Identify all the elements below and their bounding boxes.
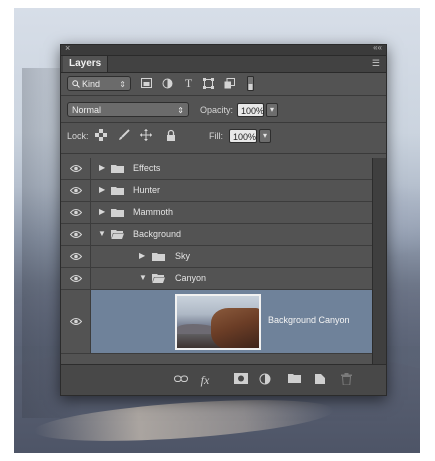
expand-arrow-icon[interactable]: ▶ bbox=[99, 185, 105, 194]
eye-icon bbox=[70, 318, 82, 325]
add-mask-icon[interactable] bbox=[234, 373, 248, 387]
layers-scrollbar[interactable] bbox=[372, 158, 386, 365]
visibility-toggle[interactable] bbox=[61, 180, 91, 201]
lock-label: Lock: bbox=[67, 131, 89, 141]
folder-icon bbox=[111, 187, 124, 195]
lock-transparent-pixels-icon[interactable] bbox=[95, 129, 107, 141]
eye-icon bbox=[70, 253, 82, 260]
filter-toggle-icon[interactable] bbox=[247, 76, 254, 91]
layer-name: Canyon bbox=[175, 273, 207, 283]
select-arrows-icon: ⇕ bbox=[177, 106, 184, 115]
expand-arrow-icon[interactable]: ▶ bbox=[99, 207, 105, 216]
layer-name: Effects bbox=[133, 163, 161, 173]
kind-filter-select[interactable]: Kind ⇕ bbox=[67, 76, 131, 91]
kind-filter-label: Kind bbox=[82, 79, 101, 89]
layers-bottom-toolbar: fx bbox=[61, 364, 386, 395]
visibility-toggle[interactable] bbox=[61, 158, 91, 179]
type-filter-icon[interactable]: T bbox=[183, 77, 194, 89]
opacity-field[interactable]: 100% bbox=[237, 103, 264, 117]
layers-panel: × «« Layers ☰ Kind ⇕ T Normal ⇕ Opacity:… bbox=[60, 43, 387, 396]
delete-layer-icon[interactable] bbox=[339, 373, 353, 387]
expand-arrow-icon[interactable]: ▶ bbox=[139, 251, 145, 260]
panel-menu-icon[interactable]: ☰ bbox=[372, 58, 380, 69]
folder-icon bbox=[152, 253, 165, 261]
eye-icon bbox=[70, 165, 82, 172]
layer-row-canyon[interactable]: ▼ Canyon bbox=[61, 268, 373, 290]
image-filter-icon[interactable] bbox=[141, 78, 152, 89]
fill-field[interactable]: 100% bbox=[229, 129, 257, 143]
layer-name: Hunter bbox=[133, 185, 161, 195]
layer-row-effects[interactable]: ▶ Effects bbox=[61, 158, 373, 180]
eye-icon bbox=[70, 187, 82, 194]
visibility-toggle[interactable] bbox=[61, 246, 91, 267]
folder-icon bbox=[111, 165, 124, 173]
divider bbox=[61, 122, 386, 123]
layer-row-mammoth[interactable]: ▶ Mammoth bbox=[61, 202, 373, 224]
visibility-toggle[interactable] bbox=[61, 290, 91, 353]
layers-list: ▶ Effects ▶ Hunter ▶ Mammoth ▼ Backgroun… bbox=[61, 158, 373, 365]
layer-name: Background Canyon bbox=[268, 315, 350, 325]
open-folder-icon bbox=[111, 230, 124, 239]
fill-dropdown-button[interactable]: ▾ bbox=[259, 129, 271, 143]
layer-row-background[interactable]: ▼ Background bbox=[61, 224, 373, 246]
select-arrows-icon: ⇕ bbox=[119, 80, 126, 89]
lock-all-icon[interactable] bbox=[165, 129, 177, 141]
smart-object-filter-icon[interactable] bbox=[224, 78, 235, 89]
eye-icon bbox=[70, 231, 82, 238]
layer-thumbnail[interactable] bbox=[175, 294, 261, 350]
fx-icon[interactable]: fx bbox=[198, 373, 212, 387]
eye-icon bbox=[70, 275, 82, 282]
visibility-toggle[interactable] bbox=[61, 224, 91, 245]
tab-layers[interactable]: Layers bbox=[63, 56, 109, 72]
new-layer-icon[interactable] bbox=[313, 373, 327, 387]
adjustment-filter-icon[interactable] bbox=[162, 78, 173, 89]
folder-icon bbox=[111, 209, 124, 217]
layer-row-background-canyon[interactable]: Background Canyon bbox=[61, 290, 373, 354]
layer-name: Mammoth bbox=[133, 207, 174, 217]
divider bbox=[61, 153, 386, 154]
collapse-arrow-icon[interactable]: ▼ bbox=[139, 273, 147, 282]
blend-mode-value: Normal bbox=[72, 105, 102, 115]
expand-arrow-icon[interactable]: ▶ bbox=[99, 163, 105, 172]
open-folder-icon bbox=[152, 274, 165, 283]
panel-tab-row: Layers ☰ bbox=[61, 56, 386, 73]
layer-row-hunter[interactable]: ▶ Hunter bbox=[61, 180, 373, 202]
layer-row-sky[interactable]: ▶ Sky bbox=[61, 246, 373, 268]
lock-position-icon[interactable] bbox=[140, 129, 152, 141]
divider bbox=[61, 95, 386, 96]
opacity-label: Opacity: bbox=[200, 105, 234, 115]
search-icon bbox=[72, 80, 80, 88]
blend-mode-select[interactable]: Normal ⇕ bbox=[67, 102, 189, 117]
fill-label: Fill: bbox=[209, 131, 223, 141]
collapse-arrow-icon[interactable]: ▼ bbox=[98, 229, 106, 238]
opacity-dropdown-button[interactable]: ▾ bbox=[266, 103, 278, 117]
new-adjustment-icon[interactable] bbox=[258, 373, 272, 387]
eye-icon bbox=[70, 209, 82, 216]
shape-filter-icon[interactable] bbox=[203, 78, 214, 89]
collapse-icon[interactable]: «« bbox=[373, 43, 382, 52]
lock-image-pixels-icon[interactable] bbox=[118, 129, 130, 141]
thumb-rock bbox=[211, 308, 259, 348]
filter-row: Kind ⇕ T bbox=[61, 73, 386, 93]
blend-row: Normal ⇕ Opacity: 100% ▾ bbox=[61, 99, 386, 119]
new-group-icon[interactable] bbox=[287, 373, 301, 387]
visibility-toggle[interactable] bbox=[61, 268, 91, 289]
link-layers-icon[interactable] bbox=[174, 373, 188, 387]
close-icon[interactable]: × bbox=[65, 43, 70, 53]
layer-name: Sky bbox=[175, 251, 191, 261]
lock-row: Lock: Fill: 100% ▾ bbox=[61, 125, 386, 147]
layer-name: Background bbox=[133, 229, 182, 239]
panel-titlebar[interactable]: × «« bbox=[61, 43, 386, 56]
visibility-toggle[interactable] bbox=[61, 202, 91, 223]
